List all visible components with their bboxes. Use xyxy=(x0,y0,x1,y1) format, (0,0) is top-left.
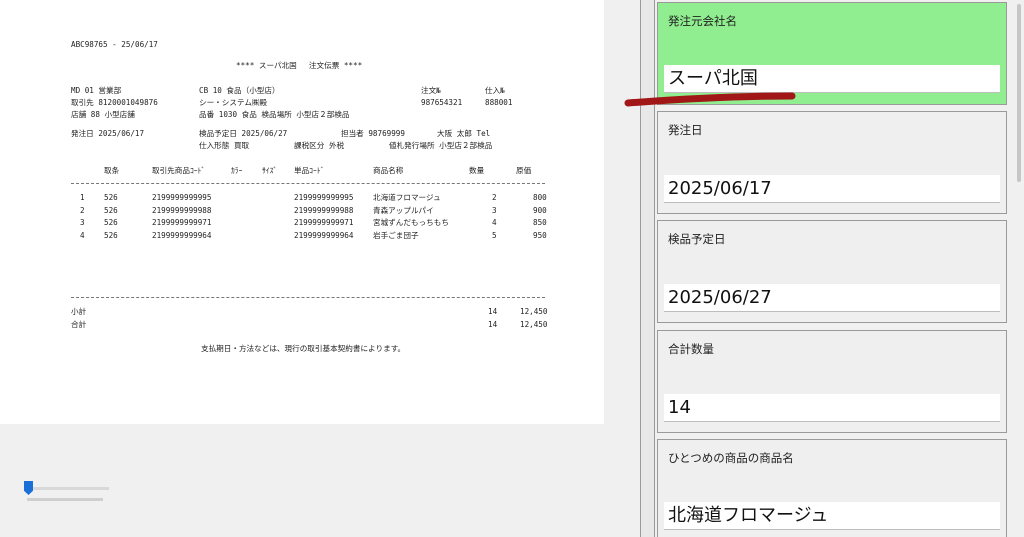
first-item-name-input[interactable]: 北海道フロマージュ xyxy=(664,502,1000,530)
total-qty: 14 xyxy=(488,320,498,329)
item-no: 4 xyxy=(80,231,85,240)
item-qty: 4 xyxy=(492,218,497,227)
doc-tax: 課税区分 外税 xyxy=(294,141,345,150)
field-card-first-item[interactable]: ひとつめの商品の商品名 北海道フロマージュ xyxy=(657,439,1007,537)
field-card-order-date[interactable]: 発注日 2025/06/17 xyxy=(657,111,1007,214)
item-cost: 850 xyxy=(533,218,547,227)
item-cost: 900 xyxy=(533,206,547,215)
col-header-sku: 単品ｺｰﾄﾞ xyxy=(294,166,325,175)
col-header-color: ｶﾗｰ xyxy=(231,166,243,175)
zoom-slider-rail xyxy=(27,498,103,501)
doc-purchase-no-label: 仕入№ xyxy=(485,86,505,95)
col-header-cond: 取条 xyxy=(104,166,120,175)
item-cond: 526 xyxy=(104,193,118,202)
doc-staff-name: 大阪 太郎 Tel xyxy=(437,129,491,138)
total-qty-input[interactable]: 14 xyxy=(664,394,1000,422)
item-supplier-code: 2199999999995 xyxy=(152,193,212,202)
form-scrollbar-thumb[interactable] xyxy=(1017,4,1021,182)
item-cost: 800 xyxy=(533,193,547,202)
doc-supplier: 取引先 8120001049876 xyxy=(71,98,158,107)
divider xyxy=(71,183,545,184)
preview-toolbar xyxy=(0,424,604,537)
item-sku: 2199999999971 xyxy=(294,218,354,227)
col-header-cost: 原価 xyxy=(516,166,532,175)
zoom-slider-track[interactable] xyxy=(27,487,109,490)
item-supplier-code: 2199999999971 xyxy=(152,218,212,227)
document-title: **** スーパ北国 注文伝票 **** xyxy=(236,61,363,70)
order-date-input[interactable]: 2025/06/17 xyxy=(664,175,1000,203)
footer-note: 支払期日・方法などは、現行の取引基本契約書によります。 xyxy=(201,344,406,353)
item-cost: 950 xyxy=(533,231,547,240)
item-sku: 2199999999995 xyxy=(294,193,354,202)
total-cost: 12,450 xyxy=(520,320,548,329)
item-sku: 2199999999964 xyxy=(294,231,354,240)
item-no: 3 xyxy=(80,218,85,227)
item-sku: 2199999999988 xyxy=(294,206,354,215)
item-name: 北海道フロマージュ xyxy=(373,193,441,202)
form-panel: 発注元会社名 スーパ北国 発注日 2025/06/17 検品予定日 2025/0… xyxy=(655,0,1024,537)
item-no: 1 xyxy=(80,193,85,202)
company-name-input[interactable]: スーパ北国 xyxy=(664,65,1000,93)
field-label-inspect-date: 検品予定日 xyxy=(668,232,726,246)
field-card-total-qty[interactable]: 合計数量 14 xyxy=(657,330,1007,433)
document-preview: ABC98765 - 25/06/17 **** スーパ北国 注文伝票 ****… xyxy=(0,0,604,424)
doc-store: 店舗 88 小型店舗 xyxy=(71,110,135,119)
document-id: ABC98765 - 25/06/17 xyxy=(71,40,158,49)
doc-item-no: 品番 1030 食品 検品場所 小型店２部検品 xyxy=(199,110,350,119)
doc-purchase-no: 888001 xyxy=(485,98,513,107)
subtotal-qty: 14 xyxy=(488,307,498,316)
subtotal-label: 小計 xyxy=(71,307,87,316)
doc-order-no-label: 注文№ xyxy=(421,86,441,95)
item-cond: 526 xyxy=(104,206,118,215)
doc-supplier-name: シー・システム㈱殿 xyxy=(199,98,268,107)
field-label-order-date: 発注日 xyxy=(668,123,703,137)
inspect-date-input[interactable]: 2025/06/27 xyxy=(664,284,1000,312)
item-qty: 3 xyxy=(492,206,497,215)
col-header-size: ｻｲｽﾞ xyxy=(262,166,278,175)
doc-order-date: 発注日 2025/06/17 xyxy=(71,129,145,138)
doc-purchase-type: 仕入形態 買取 xyxy=(199,141,250,150)
item-no: 2 xyxy=(80,206,85,215)
app-window: ABC98765 - 25/06/17 **** スーパ北国 注文伝票 ****… xyxy=(0,0,1024,537)
total-label: 合計 xyxy=(71,320,87,329)
item-qty: 5 xyxy=(492,231,497,240)
panel-splitter[interactable] xyxy=(640,0,655,537)
doc-inspect-date: 検品予定日 2025/06/27 xyxy=(199,129,288,138)
item-qty: 2 xyxy=(492,193,497,202)
col-header-supplier-code: 取引先商品ｺｰﾄﾞ xyxy=(152,166,206,175)
doc-order-no: 987654321 xyxy=(421,98,463,107)
field-card-company[interactable]: 発注元会社名 スーパ北国 xyxy=(657,2,1007,105)
subtotal-cost: 12,450 xyxy=(520,307,548,316)
item-name: 青森アップルパイ xyxy=(373,206,434,215)
doc-staff: 担当者 98769999 xyxy=(341,129,405,138)
item-name: 岩手ごま団子 xyxy=(373,231,419,240)
item-supplier-code: 2199999999988 xyxy=(152,206,212,215)
field-label-company: 発注元会社名 xyxy=(668,14,737,28)
field-label-total-qty: 合計数量 xyxy=(668,342,714,356)
item-cond: 526 xyxy=(104,231,118,240)
field-card-inspect-date[interactable]: 検品予定日 2025/06/27 xyxy=(657,220,1007,323)
field-label-first-item: ひとつめの商品の商品名 xyxy=(668,451,794,465)
doc-dept: MD 01 営業部 xyxy=(71,86,122,95)
doc-tag-place: 値札発行場所 小型店２部検品 xyxy=(389,141,493,150)
divider xyxy=(71,297,545,298)
item-name: 宮城ずんだもっちもち xyxy=(373,218,449,227)
item-supplier-code: 2199999999964 xyxy=(152,231,212,240)
col-header-qty: 数量 xyxy=(469,166,485,175)
col-header-name: 商品名称 xyxy=(373,166,404,175)
doc-category: CB 10 食品（小型店） xyxy=(199,86,280,95)
item-cond: 526 xyxy=(104,218,118,227)
